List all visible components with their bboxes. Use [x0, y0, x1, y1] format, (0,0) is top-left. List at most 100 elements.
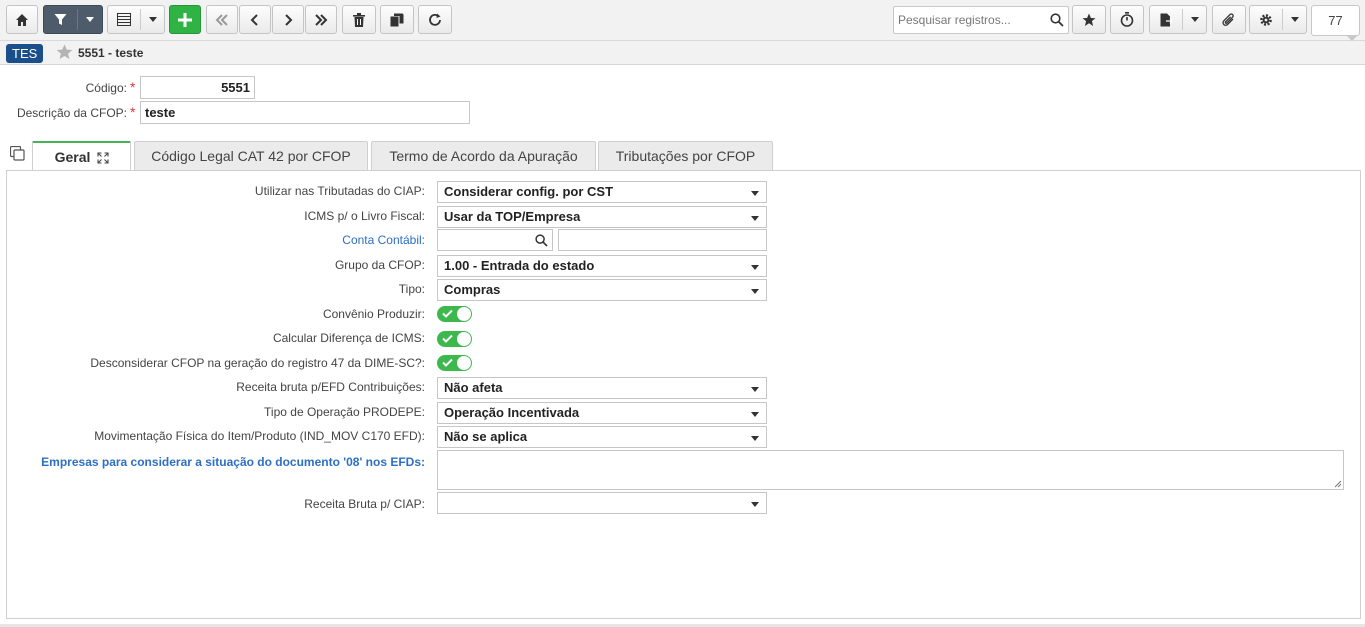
- mov-fisica-value: Não se aplica: [444, 429, 528, 444]
- mov-fisica-label: Movimentação Física do Item/Produto (IND…: [94, 429, 425, 443]
- favorite-star-icon[interactable]: [56, 44, 73, 60]
- empresas-textarea[interactable]: [437, 450, 1344, 490]
- convenio-toggle[interactable]: [437, 306, 472, 322]
- descricao-field[interactable]: teste: [140, 101, 470, 124]
- ciap-select[interactable]: Considerar config. por CST: [437, 181, 767, 203]
- search-icon[interactable]: [535, 234, 548, 247]
- dropdown-arrow-icon: [751, 502, 759, 507]
- tab-codigo-legal[interactable]: Código Legal CAT 42 por CFOP: [134, 141, 368, 170]
- receita-efd-select[interactable]: Não afeta: [437, 377, 767, 399]
- tab-label: Termo de Acordo da Apuração: [389, 148, 578, 164]
- filter-icon: [54, 14, 67, 25]
- receita-efd-value: Não afeta: [444, 380, 503, 395]
- icms-livro-select[interactable]: Usar da TOP/Empresa: [437, 206, 767, 228]
- toggle-knob: [457, 307, 471, 321]
- record-counter: 77: [1311, 5, 1360, 36]
- tipo-select[interactable]: Compras: [437, 279, 767, 301]
- chevron-down-icon: [149, 17, 157, 22]
- tabs-menu-icon[interactable]: [10, 146, 25, 161]
- grupo-cfop-value: 1.00 - Entrada do estado: [444, 258, 595, 273]
- check-icon: [442, 309, 453, 318]
- tipo-label: Tipo:: [398, 282, 425, 296]
- duplicate-button[interactable]: [380, 5, 414, 34]
- conta-contabil-description: [558, 229, 767, 251]
- toggle-knob: [457, 356, 471, 370]
- dime-toggle[interactable]: [437, 355, 472, 371]
- grupo-cfop-label: Grupo da CFOP:: [334, 258, 425, 272]
- icms-livro-value: Usar da TOP/Empresa: [444, 209, 581, 224]
- delete-icon: [353, 12, 365, 27]
- required-marker: *: [130, 79, 136, 95]
- ciap-label: Utilizar nas Tributadas do CIAP:: [254, 184, 425, 198]
- tab-label: Tributações por CFOP: [615, 148, 756, 164]
- search-icon[interactable]: [1050, 13, 1064, 27]
- dif-icms-toggle[interactable]: [437, 331, 472, 347]
- record-title: 5551 - teste: [78, 46, 144, 60]
- mov-fisica-select[interactable]: Não se aplica: [437, 426, 767, 448]
- receita-ciap-select[interactable]: [437, 492, 767, 514]
- expand-icon[interactable]: [97, 152, 109, 164]
- delete-button[interactable]: [342, 5, 376, 34]
- next-icon: [285, 13, 293, 26]
- first-record-button[interactable]: [206, 5, 238, 34]
- tab-geral[interactable]: Geral: [32, 141, 131, 171]
- ciap-value: Considerar config. por CST: [444, 184, 614, 199]
- dropdown-arrow-icon: [751, 387, 759, 392]
- dropdown-arrow-icon: [751, 265, 759, 270]
- tab-termo-acordo[interactable]: Termo de Acordo da Apuração: [371, 141, 596, 170]
- chevron-down-icon: [86, 17, 94, 22]
- attachments-button[interactable]: [1212, 5, 1246, 34]
- check-icon: [442, 334, 453, 343]
- last-record-button[interactable]: [305, 5, 337, 34]
- tab-tributacoes[interactable]: Tributações por CFOP: [598, 141, 773, 170]
- codigo-field[interactable]: 5551: [140, 76, 255, 99]
- chevron-down-icon: [1291, 17, 1299, 22]
- timer-icon: [1120, 12, 1134, 27]
- convenio-label: Convênio Produzir:: [322, 307, 425, 321]
- prev-icon: [250, 13, 258, 26]
- first-icon: [215, 13, 228, 26]
- home-button[interactable]: [6, 5, 38, 34]
- check-icon: [442, 358, 453, 367]
- conta-contabil-input[interactable]: [437, 229, 553, 251]
- grupo-cfop-select[interactable]: 1.00 - Entrada do estado: [437, 255, 767, 277]
- filter-button[interactable]: [43, 5, 103, 34]
- dropdown-arrow-icon: [751, 436, 759, 441]
- favorites-button[interactable]: [1072, 5, 1106, 34]
- dropdown-arrow-icon: [751, 216, 759, 221]
- receita-efd-label: Receita bruta p/EFD Contribuições:: [236, 380, 425, 394]
- entity-badge: TES: [6, 44, 44, 63]
- search-box: [893, 6, 1069, 34]
- star-icon: [1082, 13, 1096, 26]
- refresh-icon: [429, 13, 441, 26]
- title-bar: TES 5551 - teste: [0, 41, 1365, 65]
- dime-label: Desconsiderar CFOP na geração do registr…: [90, 356, 425, 370]
- resize-grip-icon[interactable]: [1333, 479, 1342, 488]
- timer-button[interactable]: [1110, 5, 1144, 34]
- toolbar: 77: [0, 0, 1365, 41]
- prodepe-label: Tipo de Operação PRODEPE:: [264, 405, 425, 419]
- dropdown-arrow-icon: [751, 412, 759, 417]
- refresh-button[interactable]: [418, 5, 452, 34]
- dropdown-arrow-icon: [751, 191, 759, 196]
- prodepe-value: Operação Incentivada: [444, 405, 580, 420]
- toggle-knob: [457, 332, 471, 346]
- conta-contabil-link[interactable]: Conta Contábil:: [342, 233, 425, 247]
- search-input[interactable]: [894, 7, 1044, 33]
- tipo-value: Compras: [444, 282, 501, 297]
- view-mode-button[interactable]: [107, 5, 165, 34]
- tab-label: Geral: [54, 149, 91, 165]
- grid-icon: [117, 13, 131, 26]
- empresas-link[interactable]: Empresas para considerar a situação do d…: [41, 455, 425, 469]
- add-button[interactable]: [169, 5, 201, 34]
- add-icon: [178, 12, 192, 27]
- last-icon: [315, 13, 328, 26]
- dropdown-arrow-icon: [751, 289, 759, 294]
- required-marker: *: [130, 104, 136, 120]
- prev-record-button[interactable]: [239, 5, 271, 34]
- prodepe-select[interactable]: Operação Incentivada: [437, 402, 767, 424]
- descricao-label: Descrição da CFOP:: [16, 106, 127, 120]
- settings-button[interactable]: [1249, 5, 1307, 34]
- export-button[interactable]: [1149, 5, 1207, 34]
- next-record-button[interactable]: [272, 5, 304, 34]
